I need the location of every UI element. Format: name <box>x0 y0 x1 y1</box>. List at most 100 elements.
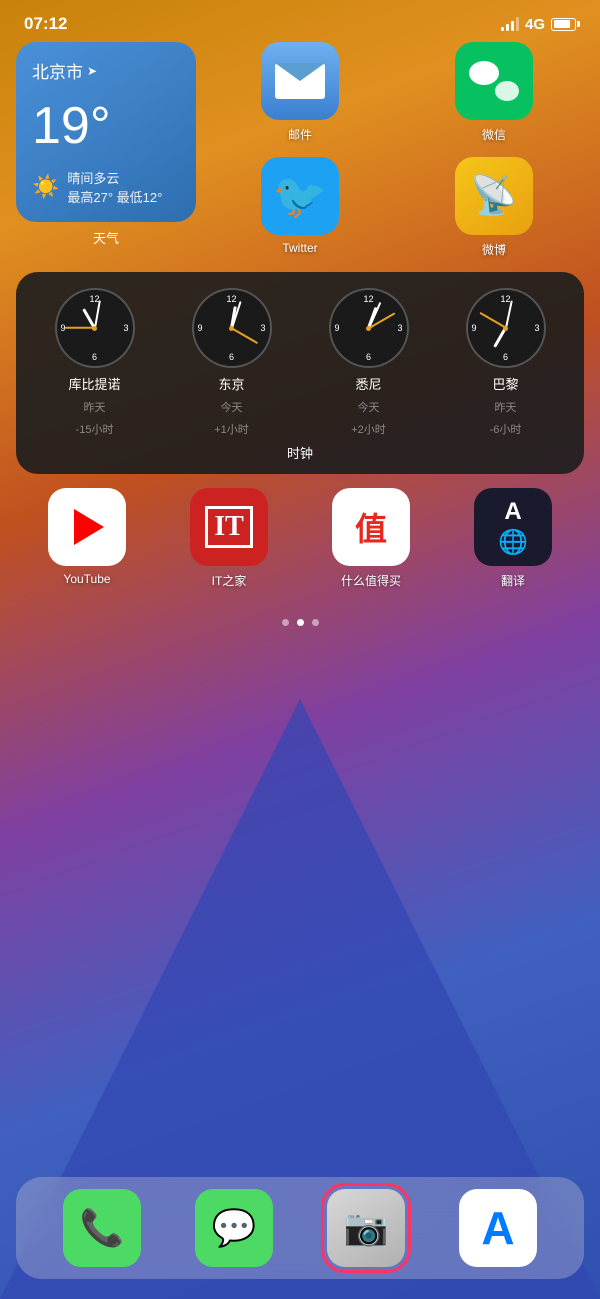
weibo-label: 微博 <box>482 241 506 258</box>
mail-envelope-icon <box>275 63 325 99</box>
clock-day-cupertino: 昨天 <box>84 399 106 415</box>
analog-clock-paris: 12 3 6 9 <box>466 288 546 368</box>
clock-tokyo: 12 3 6 9 东京 今天 +1小时 <box>192 288 272 437</box>
minute-hand <box>94 300 101 328</box>
phone-symbol-icon: 📞 <box>80 1207 125 1249</box>
app-youtube[interactable]: YouTube <box>48 488 126 589</box>
translate-label: 翻译 <box>501 572 525 589</box>
mail-icon <box>261 42 339 120</box>
translate-icon: A 🌐 <box>474 488 552 566</box>
youtube-icon <box>48 488 126 566</box>
weather-temp: 19° <box>32 100 180 152</box>
messages-bubble-icon: 💬 <box>212 1207 257 1249</box>
ithome-label: IT之家 <box>212 572 247 589</box>
dock-messages[interactable]: 💬 <box>195 1189 273 1267</box>
dock-phone[interactable]: 📞 <box>63 1189 141 1267</box>
camera-symbol-icon: 📷 <box>344 1207 389 1249</box>
youtube-label: YouTube <box>63 572 110 586</box>
app-weibo[interactable]: 📡 微博 <box>404 157 584 258</box>
camera-icon: 📷 <box>327 1189 405 1267</box>
weather-desc: 晴间多云 <box>67 168 162 187</box>
smzdm-char-icon: 值 <box>355 504 387 550</box>
youtube-play-icon <box>74 509 104 545</box>
clock-day-tokyo: 今天 <box>221 399 243 415</box>
clock-widget-label: 时钟 <box>26 443 574 462</box>
second-hand <box>479 312 506 328</box>
weather-label: 天气 <box>16 228 196 247</box>
time: 07:12 <box>24 14 67 34</box>
weather-widget[interactable]: 北京市 19° ☀️ 晴间多云 最高27° 最低12° <box>16 42 196 222</box>
wechat-bubbles-icon <box>469 61 519 101</box>
center-dot <box>92 326 97 331</box>
ithome-text-icon: IT <box>205 506 253 548</box>
status-right: 4G <box>501 16 576 33</box>
mail-label: 邮件 <box>288 126 312 143</box>
clock-widget[interactable]: 12 3 6 9 库比提诺 昨天 -15小时 12 3 6 <box>16 272 584 474</box>
dock-camera[interactable]: 📷 <box>327 1189 405 1267</box>
clock-offset-sydney: +2小时 <box>351 421 386 437</box>
app-smzdm[interactable]: 值 什么值得买 <box>332 488 410 589</box>
page-dot-1[interactable] <box>282 619 289 626</box>
analog-clock-tokyo: 12 3 6 9 <box>192 288 272 368</box>
app-twitter[interactable]: 🐦 Twitter <box>210 157 390 258</box>
network-type: 4G <box>525 16 545 33</box>
home-screen-content: 北京市 19° ☀️ 晴间多云 最高27° 最低12° 天气 邮件 <box>0 42 600 626</box>
top-row: 北京市 19° ☀️ 晴间多云 最高27° 最低12° 天气 邮件 <box>16 42 584 258</box>
clock-clocks: 12 3 6 9 库比提诺 昨天 -15小时 12 3 6 <box>26 288 574 437</box>
weather-widget-item: 北京市 19° ☀️ 晴间多云 最高27° 最低12° 天气 <box>16 42 196 258</box>
clock-cupertino: 12 3 6 9 库比提诺 昨天 -15小时 <box>55 288 135 437</box>
ithome-icon: IT <box>190 488 268 566</box>
clock-day-sydney: 今天 <box>358 399 380 415</box>
status-bar: 07:12 4G <box>0 0 600 42</box>
weather-sun-icon: ☀️ <box>32 174 59 200</box>
app-translate[interactable]: A 🌐 翻译 <box>474 488 552 589</box>
appstore-icon: A <box>459 1189 537 1267</box>
top-right-apps: 邮件 微信 🐦 Twitter <box>210 42 584 258</box>
center-dot <box>229 326 234 331</box>
page-dots <box>16 619 584 626</box>
weibo-icon: 📡 <box>455 157 533 235</box>
smzdm-label: 什么值得买 <box>341 572 401 589</box>
page-dot-3[interactable] <box>312 619 319 626</box>
twitter-icon: 🐦 <box>261 157 339 235</box>
messages-icon: 💬 <box>195 1189 273 1267</box>
center-dot <box>366 326 371 331</box>
clock-paris: 12 3 6 9 巴黎 昨天 -6小时 <box>466 288 546 437</box>
clock-day-paris: 昨天 <box>495 399 517 415</box>
minute-hand <box>505 300 513 328</box>
clock-city-sydney: 悉尼 <box>355 374 381 393</box>
analog-clock-sydney: 12 3 6 9 <box>329 288 409 368</box>
wechat-label: 微信 <box>482 126 506 143</box>
clock-city-tokyo: 东京 <box>218 374 244 393</box>
twitter-bird-icon: 🐦 <box>273 170 328 222</box>
app-ithome[interactable]: IT IT之家 <box>190 488 268 589</box>
appstore-a-icon: A <box>481 1201 514 1255</box>
battery-icon <box>551 18 576 31</box>
clock-offset-cupertino: -15小时 <box>76 421 114 437</box>
weibo-logo-icon: 📡 <box>470 174 517 218</box>
page-dot-2[interactable] <box>297 619 304 626</box>
weather-range: 最高27° 最低12° <box>67 187 162 206</box>
dock-appstore[interactable]: A <box>459 1189 537 1267</box>
clock-sydney: 12 3 6 9 悉尼 今天 +2小时 <box>329 288 409 437</box>
second-hand <box>65 327 95 329</box>
wechat-icon <box>455 42 533 120</box>
dock: 📞 💬 📷 A <box>16 1177 584 1279</box>
center-dot <box>503 326 508 331</box>
phone-icon: 📞 <box>63 1189 141 1267</box>
second-hand <box>231 327 258 343</box>
clock-offset-tokyo: +1小时 <box>214 421 249 437</box>
weather-city: 北京市 <box>32 58 180 83</box>
clock-city-cupertino: 库比提诺 <box>68 374 120 393</box>
twitter-label: Twitter <box>282 241 317 255</box>
clock-offset-paris: -6小时 <box>490 421 522 437</box>
analog-clock-cupertino: 12 3 6 9 <box>55 288 135 368</box>
weather-detail: ☀️ 晴间多云 最高27° 最低12° <box>32 168 180 206</box>
translate-content-icon: A 🌐 <box>498 498 528 557</box>
clock-city-paris: 巴黎 <box>492 374 518 393</box>
app-row: YouTube IT IT之家 值 什么值得买 A 🌐 翻译 <box>16 488 584 589</box>
smzdm-icon: 值 <box>332 488 410 566</box>
app-mail[interactable]: 邮件 <box>210 42 390 143</box>
signal-icon <box>501 17 519 31</box>
app-wechat[interactable]: 微信 <box>404 42 584 143</box>
